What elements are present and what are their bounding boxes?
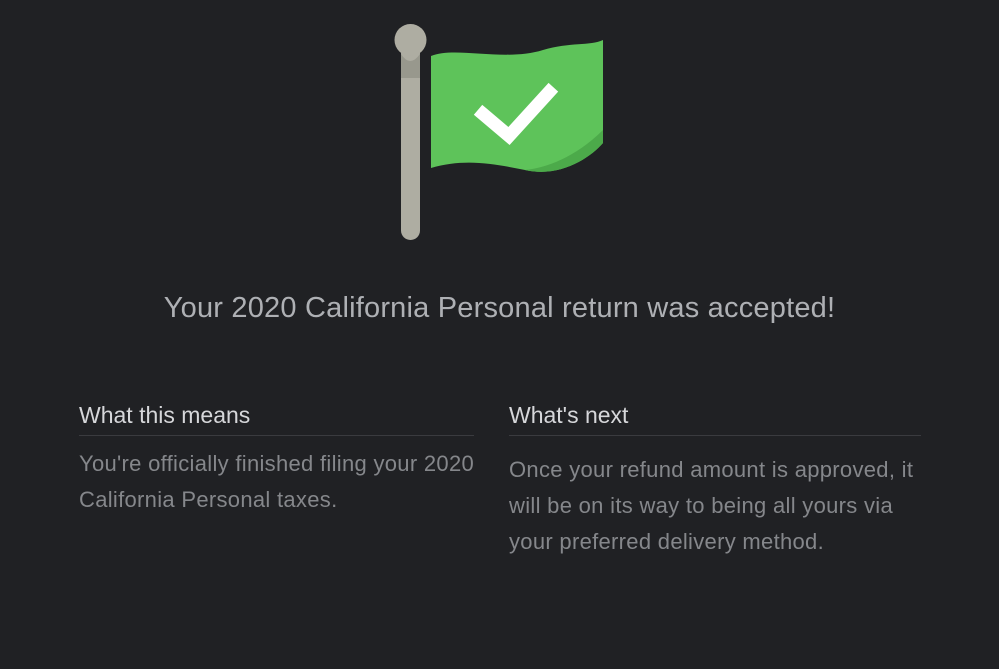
accepted-flag-icon [385,18,615,248]
section-whats-next: What's next Once your refund amount is a… [509,402,921,560]
section-body: You're officially finished filing your 2… [79,451,475,512]
flag-pole-knob [394,24,427,56]
section-title: What this means [79,402,474,436]
page-title: Your 2020 California Personal return was… [163,292,836,324]
section-title: What's next [509,402,921,436]
section-body: Once your refund amount is approved, it … [509,457,914,554]
section-what-this-means: What this means You're officially finish… [79,402,474,518]
